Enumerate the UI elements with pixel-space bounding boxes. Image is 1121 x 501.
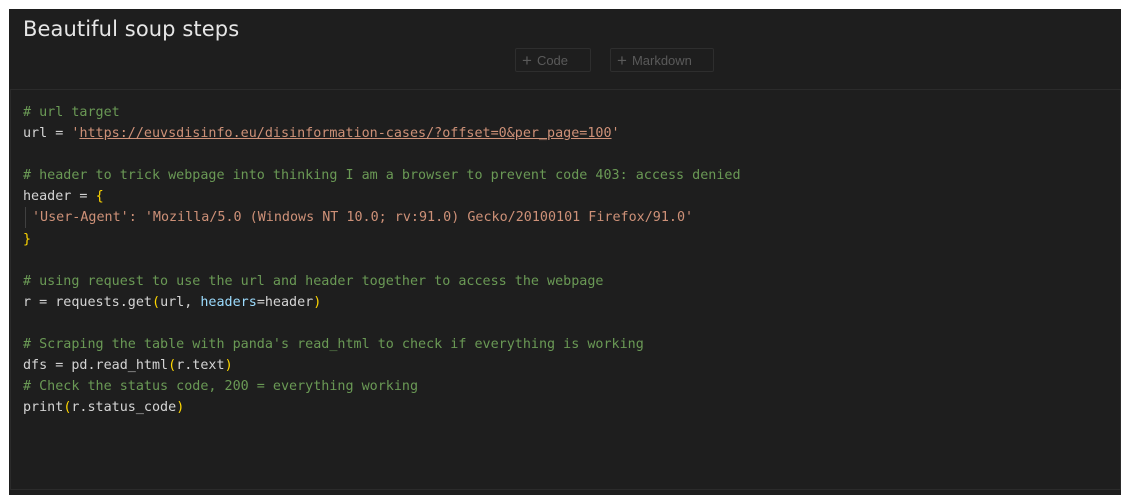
variable: url [23,126,48,142]
code-line: # url target [23,102,741,123]
statement: dfs = pd.read_html [23,358,169,374]
open-paren: ( [152,294,161,310]
comment: # using request to use the url and heade… [23,273,604,289]
comment: # url target [23,105,120,120]
markdown-cell-title: Beautiful soup steps [23,17,240,41]
code-line: # Scraping the table with panda's read_h… [23,334,741,355]
close-paren: ) [313,294,322,310]
argument: r.text [176,358,225,374]
statement: r = requests.get [23,294,152,310]
add-markdown-cell-button[interactable]: + Markdown [610,48,714,72]
close-paren: ) [224,358,233,374]
url-link[interactable]: https://euvsdisinfo.eu/disinformation-ca… [79,126,611,141]
comment: # Scraping the table with panda's read_h… [23,337,644,353]
operator: = [71,189,96,205]
keyword-argument: headers [200,294,257,310]
add-code-label: Code [536,52,569,68]
argument: r.status_code [71,400,177,416]
variable: header [23,189,72,205]
code-line: # header to trick webpage into thinking … [23,165,741,186]
close-brace: } [23,231,32,247]
code-line: 'User-Agent': 'Mozilla/5.0 (Windows NT 1… [23,207,741,229]
argument-value: =header [256,294,314,310]
code-editor[interactable]: # url target url = 'https://euvsdisinfo.… [23,102,741,418]
function-call: print [23,400,64,416]
code-line: # using request to use the url and heade… [23,271,741,292]
code-line: header = { [23,186,741,207]
add-markdown-label: Markdown [631,52,692,68]
string-quote: ' [611,126,620,142]
markdown-cell[interactable]: Beautiful soup steps + Code + Markdown [9,9,1121,87]
plus-icon: + [522,50,532,70]
comment: # Check the status code, 200 = everythin… [23,379,419,395]
code-line: # Check the status code, 200 = everythin… [23,376,741,397]
open-paren: ( [168,358,177,374]
comment: # header to trick webpage into thinking … [23,168,741,184]
argument: url, [160,294,201,310]
open-brace: { [95,189,104,205]
code-line: r = requests.get(url, headers=header) [23,292,741,313]
add-code-cell-button[interactable]: + Code [515,48,591,72]
code-line: print(r.status_code) [23,397,741,418]
code-line: dfs = pd.read_html(r.text) [23,355,741,376]
plus-icon: + [617,50,627,70]
indent-guide [25,207,26,229]
string: 'User-Agent': 'Mozilla/5.0 (Windows NT 1… [32,210,694,226]
code-line: url = 'https://euvsdisinfo.eu/disinforma… [23,123,741,144]
operator: = [47,126,72,142]
close-paren: ) [176,400,185,416]
code-line: } [23,229,741,250]
